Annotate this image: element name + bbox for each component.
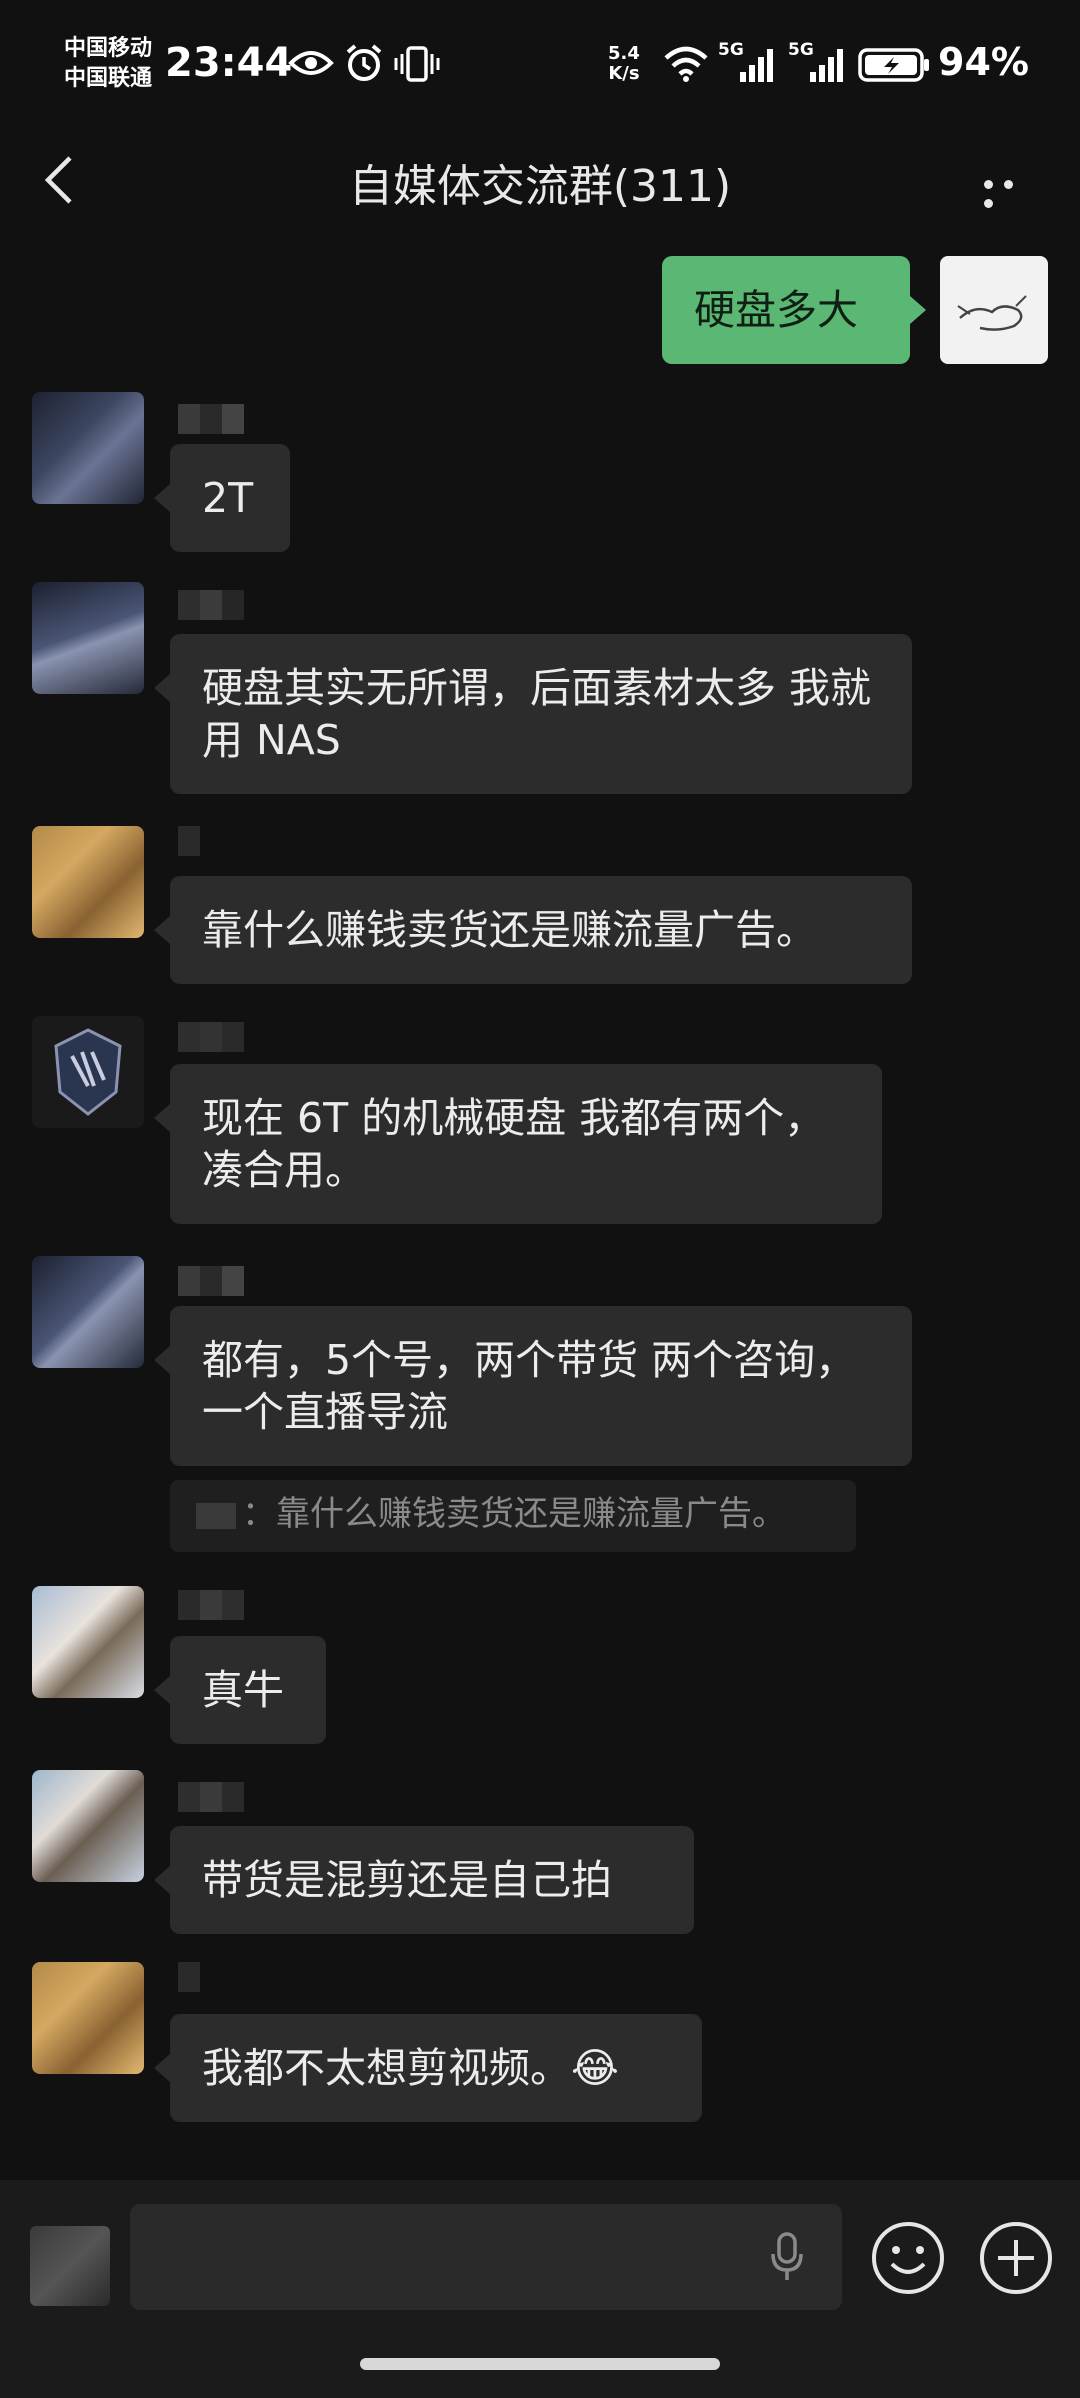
- bubble-tail: [154, 484, 170, 512]
- voice-toggle-button[interactable]: [30, 2226, 110, 2306]
- avatar[interactable]: [32, 826, 144, 938]
- signal-bars-icon: [810, 49, 843, 82]
- message-bubble-sent[interactable]: 硬盘多大: [662, 256, 910, 364]
- chat-title: 自媒体交流群(311): [348, 161, 732, 212]
- message-bubble[interactable]: 硬盘其实无所谓，后面素材太多 我就用 NAS: [170, 634, 912, 794]
- sticker-avatar-icon: [957, 295, 1027, 331]
- avatar[interactable]: [32, 1016, 144, 1128]
- bubble-tail: [154, 674, 170, 702]
- alarm-icon: [346, 44, 382, 81]
- vibrate-icon: [394, 46, 440, 82]
- message-bubble[interactable]: 都有，5个号，两个带货 两个咨询，一个直播导流: [170, 1306, 912, 1466]
- sender-nickname: [178, 1782, 244, 1812]
- message-bubble[interactable]: 带货是混剪还是自己拍: [170, 1826, 694, 1934]
- message-bubble[interactable]: 2T: [170, 444, 290, 552]
- clock: 23:44: [165, 40, 293, 86]
- status-bar: 中国移动 中国联通 23:44 5.4 K/s 5G 5G 94%: [0, 0, 1080, 130]
- sender-nickname: [178, 826, 200, 856]
- bubble-tail: [154, 1104, 170, 1132]
- sender-nickname: [178, 1962, 200, 1992]
- quoted-message[interactable]: ：靠什么赚钱卖货还是赚流量广告。: [170, 1480, 856, 1552]
- quoted-sender-blur: [196, 1502, 236, 1529]
- message-bubble[interactable]: 我都不太想剪视频。😂: [170, 2014, 702, 2122]
- carrier-2: 中国联通: [64, 66, 153, 91]
- sender-nickname: [178, 1266, 244, 1296]
- chat-header: 自媒体交流群(311): [0, 130, 1080, 230]
- avatar[interactable]: [32, 392, 144, 504]
- home-indicator[interactable]: [360, 2358, 720, 2370]
- avatar[interactable]: [32, 582, 144, 694]
- sender-nickname: [178, 1590, 244, 1620]
- message-bubble[interactable]: 真牛: [170, 1636, 326, 1744]
- signal-bars-icon: [740, 49, 773, 82]
- carrier-labels: 中国移动 中国联通: [64, 34, 152, 94]
- carrier-1: 中国移动: [64, 36, 153, 61]
- bubble-tail: [154, 916, 170, 944]
- battery-charging-icon: [858, 48, 929, 82]
- microphone-icon[interactable]: [770, 2232, 804, 2282]
- battery-percent: 94%: [938, 40, 1029, 84]
- signal-1: 5G: [718, 40, 778, 84]
- quoted-text: ：靠什么赚钱卖货还是赚流量广告。: [242, 1494, 786, 1534]
- message-bubble[interactable]: 靠什么赚钱卖货还是赚流量广告。: [170, 876, 912, 984]
- wifi-icon: [664, 46, 708, 82]
- plus-icon[interactable]: [978, 2220, 1054, 2296]
- sender-nickname: [178, 590, 244, 620]
- sender-nickname: [178, 1022, 244, 1052]
- more-dots-icon[interactable]: [984, 174, 1040, 208]
- signal-2: 5G: [788, 40, 848, 84]
- bubble-tail: [154, 1346, 170, 1374]
- sender-nickname: [178, 404, 244, 434]
- message-input[interactable]: [130, 2204, 842, 2310]
- message-bubble[interactable]: 现在 6T 的机械硬盘 我都有两个，凑合用。: [170, 1064, 882, 1224]
- bubble-tail: [910, 296, 926, 324]
- eye-icon: [288, 51, 334, 75]
- avatar[interactable]: [32, 1962, 144, 2074]
- bubble-tail: [154, 1866, 170, 1894]
- bubble-tail: [154, 1676, 170, 1704]
- avatar[interactable]: [32, 1770, 144, 1882]
- avatar-self[interactable]: [940, 256, 1048, 364]
- network-speed-value: 5.4: [608, 43, 640, 64]
- avatar[interactable]: [32, 1256, 144, 1368]
- network-speed: 5.4 K/s: [608, 44, 640, 84]
- network-speed-unit: K/s: [608, 63, 640, 84]
- smiley-icon[interactable]: [870, 2220, 946, 2296]
- bubble-tail: [154, 2054, 170, 2082]
- avatar[interactable]: [32, 1586, 144, 1698]
- wings-emblem-icon: [54, 1028, 122, 1116]
